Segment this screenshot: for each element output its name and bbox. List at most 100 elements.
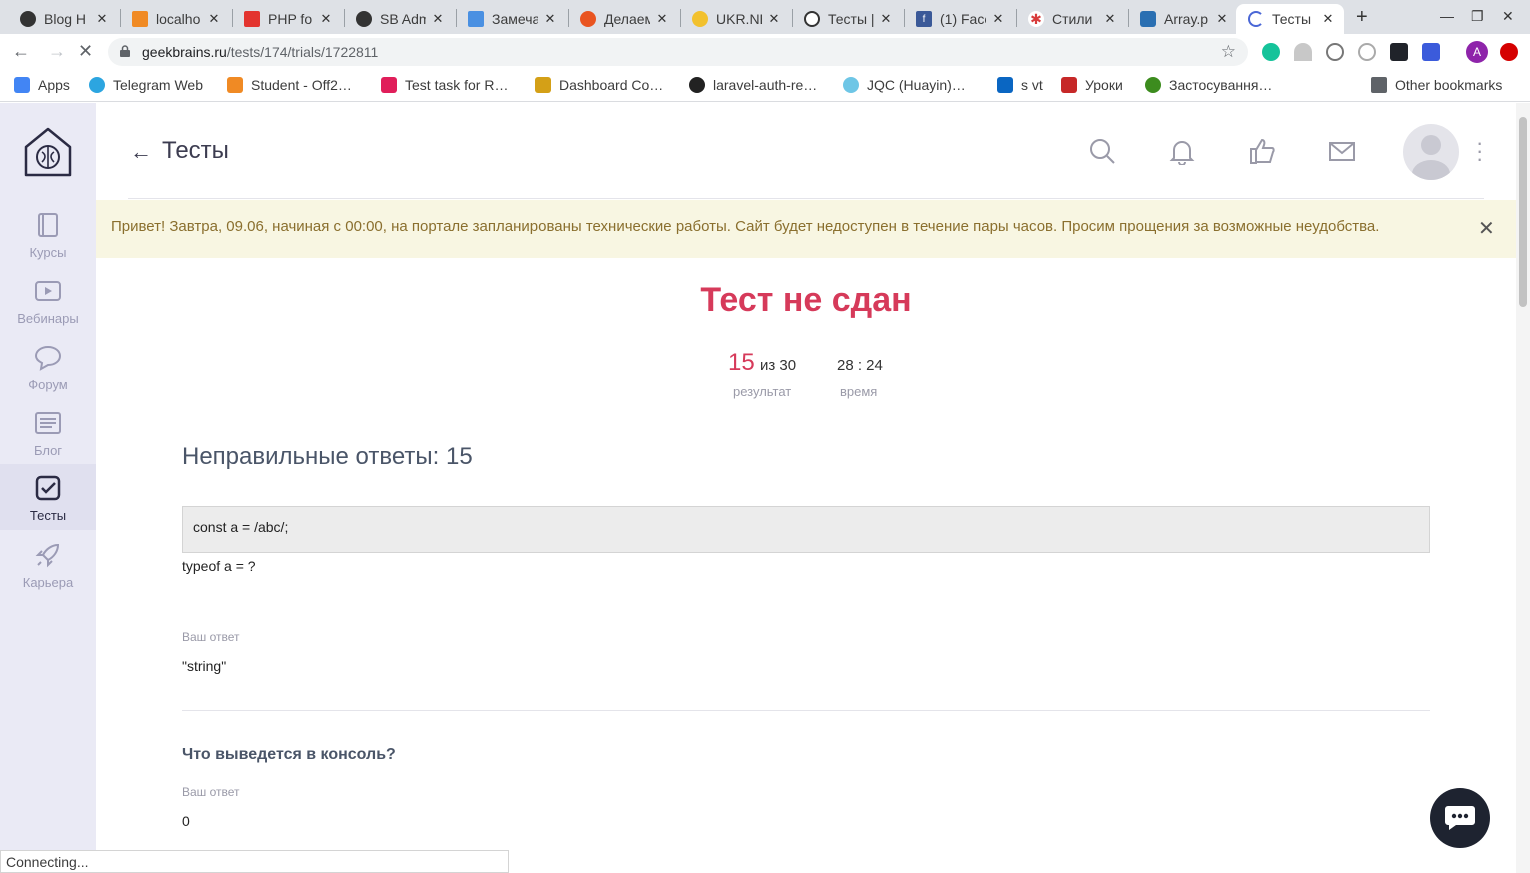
answer-label: Ваш ответ: [182, 630, 240, 644]
close-icon[interactable]: ✕: [430, 11, 446, 27]
tab-label: Тесты |: [1272, 11, 1316, 27]
bookmark-label: s vt: [1021, 77, 1043, 93]
bell-icon[interactable]: [1168, 137, 1196, 165]
close-window-button[interactable]: ✕: [1502, 8, 1514, 25]
extension-icon[interactable]: [1294, 43, 1312, 61]
close-icon[interactable]: ✕: [318, 11, 334, 27]
browser-tab[interactable]: SB Adm ✕: [344, 4, 454, 34]
forward-button[interactable]: →: [48, 41, 66, 62]
restore-button[interactable]: ❐: [1471, 8, 1484, 25]
bookmark-item[interactable]: Уроки: [1061, 77, 1123, 93]
page-scrollbar[interactable]: [1516, 103, 1530, 873]
wrong-answers-heading: Неправильные ответы: 15: [182, 443, 473, 470]
close-icon[interactable]: ✕: [766, 11, 782, 27]
sidebar-item-blog[interactable]: Блог: [0, 405, 96, 471]
main-content: ← Тесты · · · Привет! Завтра, 09.06, начин…: [96, 103, 1516, 873]
geekbrains-icon: [804, 11, 820, 27]
lock-icon: [120, 45, 130, 57]
play-icon: [35, 281, 61, 301]
bookmark-label: Other bookmarks: [1395, 77, 1503, 93]
github-icon: [356, 11, 372, 27]
search-icon[interactable]: [1088, 137, 1116, 165]
close-icon[interactable]: ✕: [94, 11, 110, 27]
bookmark-apps[interactable]: Apps: [14, 77, 70, 93]
close-icon[interactable]: ✕: [1320, 11, 1336, 27]
close-icon[interactable]: ✕: [206, 11, 222, 27]
browser-tab[interactable]: f (1) Face ✕: [904, 4, 1014, 34]
url-path: /tests/174/trials/1722811: [226, 44, 379, 60]
bookmark-star-icon[interactable]: ☆: [1221, 42, 1236, 62]
tab-label: SB Adm: [380, 11, 426, 27]
page-title: Тесты: [162, 137, 229, 164]
bookmark-item[interactable]: Student - Off2…: [227, 77, 352, 93]
scrollbar-thumb[interactable]: [1519, 117, 1527, 307]
sidebar-item-tests[interactable]: Тесты: [0, 464, 96, 530]
tab-strip: Blog H ✕ localho ✕ PHP fo ✕ SB Adm ✕ Зам…: [0, 0, 1530, 34]
profile-avatar[interactable]: A: [1466, 41, 1488, 63]
grammarly-icon[interactable]: [1262, 43, 1280, 61]
close-icon[interactable]: ✕: [878, 11, 894, 27]
bookmark-item[interactable]: Test task for R…: [381, 77, 508, 93]
question-text: Что выведется в консоль?: [182, 746, 396, 763]
minimize-button[interactable]: —: [1440, 8, 1454, 24]
bookmark-item[interactable]: Telegram Web: [89, 77, 203, 93]
browser-tab[interactable]: Blog H ✕: [8, 4, 118, 34]
close-icon[interactable]: ✕: [542, 11, 558, 27]
browser-tab[interactable]: Тесты | ✕: [792, 4, 902, 34]
thumbs-up-icon[interactable]: [1248, 137, 1276, 165]
address-bar[interactable]: geekbrains.ru/tests/174/trials/1722811 ☆: [108, 38, 1248, 66]
extension-icon[interactable]: [1422, 43, 1440, 61]
close-icon[interactable]: ✕: [1214, 11, 1230, 27]
sidebar-item-courses[interactable]: Курсы: [0, 207, 96, 273]
mail-icon[interactable]: [1328, 137, 1356, 165]
chat-icon: [1445, 806, 1475, 830]
student-icon: [227, 77, 243, 93]
extension-icon[interactable]: [1358, 43, 1376, 61]
new-tab-button[interactable]: +: [1356, 6, 1368, 29]
extension-icon[interactable]: [1326, 43, 1344, 61]
tab-label: Замеча: [492, 11, 538, 27]
stop-button[interactable]: ✕: [78, 41, 93, 62]
sidebar-item-career[interactable]: Карьера: [0, 537, 96, 603]
browser-tab[interactable]: localho ✕: [120, 4, 230, 34]
react-devtools-icon[interactable]: [1390, 43, 1408, 61]
time-label: время: [840, 384, 878, 399]
tab-label: Array.p: [1164, 11, 1209, 27]
browser-tab-active[interactable]: Тесты | ✕: [1236, 4, 1344, 34]
bookmark-other[interactable]: Other bookmarks: [1371, 77, 1502, 93]
bookmark-item[interactable]: laravel-auth-re…: [689, 77, 817, 93]
update-icon[interactable]: [1500, 43, 1518, 61]
geekbrains-logo[interactable]: [24, 127, 72, 177]
bookmark-item[interactable]: JQC (Huayin)…: [843, 77, 966, 93]
bookmark-item[interactable]: Застосування…: [1145, 77, 1272, 93]
chat-widget-button[interactable]: [1430, 788, 1490, 848]
browser-tab[interactable]: UKR.NE ✕: [680, 4, 790, 34]
bookmark-item[interactable]: s vt: [997, 77, 1043, 93]
close-icon[interactable]: ✕: [654, 11, 670, 27]
browser-tab[interactable]: Array.p ✕: [1128, 4, 1238, 34]
close-icon[interactable]: ✕: [1478, 216, 1495, 241]
browser-tab[interactable]: Делаем ✕: [568, 4, 678, 34]
close-icon[interactable]: ✕: [1102, 11, 1118, 27]
avatar[interactable]: [1403, 124, 1459, 180]
more-vertical-icon[interactable]: · · ·: [1476, 132, 1483, 170]
sidebar-item-label: Форум: [28, 377, 68, 392]
sidebar: Курсы Вебинары Форум Блог Тесты Карьера: [0, 103, 96, 873]
browser-tab[interactable]: PHP fo ✕: [232, 4, 342, 34]
book-icon: [38, 213, 58, 237]
close-icon[interactable]: ✕: [990, 11, 1006, 27]
answer-value: 0: [182, 813, 190, 829]
sidebar-item-forum[interactable]: Форум: [0, 339, 96, 405]
bookmark-item[interactable]: Dashboard Co…: [535, 77, 663, 93]
sidebar-item-label: Блог: [33, 443, 63, 458]
sidebar-item-webinars[interactable]: Вебинары: [0, 273, 96, 339]
browser-tab[interactable]: ✱ Стили ✕: [1016, 4, 1126, 34]
sidebar-item-label: Вебинары: [17, 311, 79, 326]
browser-tab[interactable]: Замеча ✕: [456, 4, 566, 34]
telegram-icon: [89, 77, 105, 93]
back-button[interactable]: ←: [12, 41, 30, 62]
bookmark-label: Dashboard Co…: [559, 77, 664, 93]
back-arrow-icon[interactable]: ←: [130, 139, 152, 165]
sidebar-item-label: Курсы: [29, 245, 67, 260]
bookmark-label: Telegram Web: [113, 77, 204, 93]
